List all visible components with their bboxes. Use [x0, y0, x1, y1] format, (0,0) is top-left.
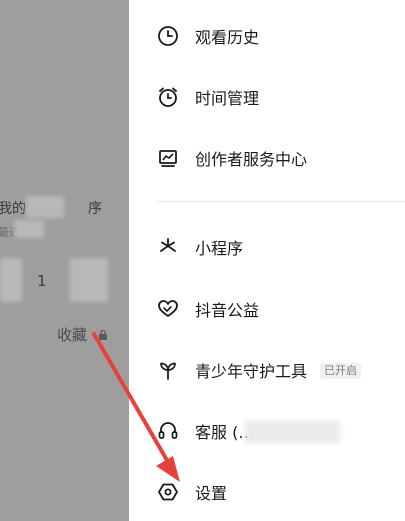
- menu-item-charity[interactable]: 抖音公益: [129, 289, 405, 329]
- menu-item-creator-center[interactable]: 创作者服务中心: [129, 138, 405, 178]
- menu-item-label: 观看历史: [195, 28, 260, 47]
- enabled-badge: 已开启: [320, 363, 361, 379]
- blurred-region: [26, 196, 64, 218]
- menu-item-label: 创作者服务中心: [195, 150, 308, 169]
- blurred-region: [70, 258, 108, 302]
- clock-icon: [156, 24, 180, 48]
- heart-hands-icon: [156, 297, 180, 321]
- menu-item-label: 抖音公益: [195, 301, 260, 320]
- favorites-tab[interactable]: 收藏: [57, 324, 87, 345]
- lock-icon: [98, 326, 108, 345]
- count-value: 1: [37, 272, 47, 290]
- menu-item-time-management[interactable]: 时间管理: [129, 77, 405, 117]
- menu-item-label: 小程序: [195, 239, 244, 258]
- sprout-icon: [156, 358, 180, 382]
- menu-item-mini-programs[interactable]: 小程序: [129, 227, 405, 267]
- menu-item-settings[interactable]: 设置: [129, 472, 405, 512]
- hexagon-settings-icon: [156, 480, 180, 504]
- menu-item-label: 设置: [195, 484, 228, 503]
- blurred-region: [245, 421, 340, 443]
- menu-item-customer-service[interactable]: 客服 (…: [129, 411, 405, 451]
- menu-item-label: 青少年守护工具: [195, 362, 308, 381]
- menu-item-label: 时间管理: [195, 89, 260, 108]
- blurred-region: [0, 258, 22, 302]
- asterisk-icon: [156, 235, 180, 259]
- side-drawer-menu: 观看历史 时间管理 创作者服务中心 小程序 抖音公益 青少年守护工具 已开启 客…: [129, 0, 405, 521]
- dimmed-background[interactable]: 我的 序 最近 1 收藏: [0, 0, 129, 521]
- profile-text-fragment-end: 序: [88, 201, 102, 217]
- menu-item-watch-history[interactable]: 观看历史: [129, 16, 405, 56]
- chart-monitor-icon: [156, 146, 180, 170]
- blurred-region: [14, 220, 44, 238]
- alarm-clock-icon: [156, 85, 180, 109]
- menu-item-teen-protection[interactable]: 青少年守护工具 已开启: [129, 350, 405, 390]
- profile-text-fragment: 我的: [0, 201, 26, 217]
- menu-divider: [157, 201, 405, 202]
- headset-icon: [156, 419, 180, 443]
